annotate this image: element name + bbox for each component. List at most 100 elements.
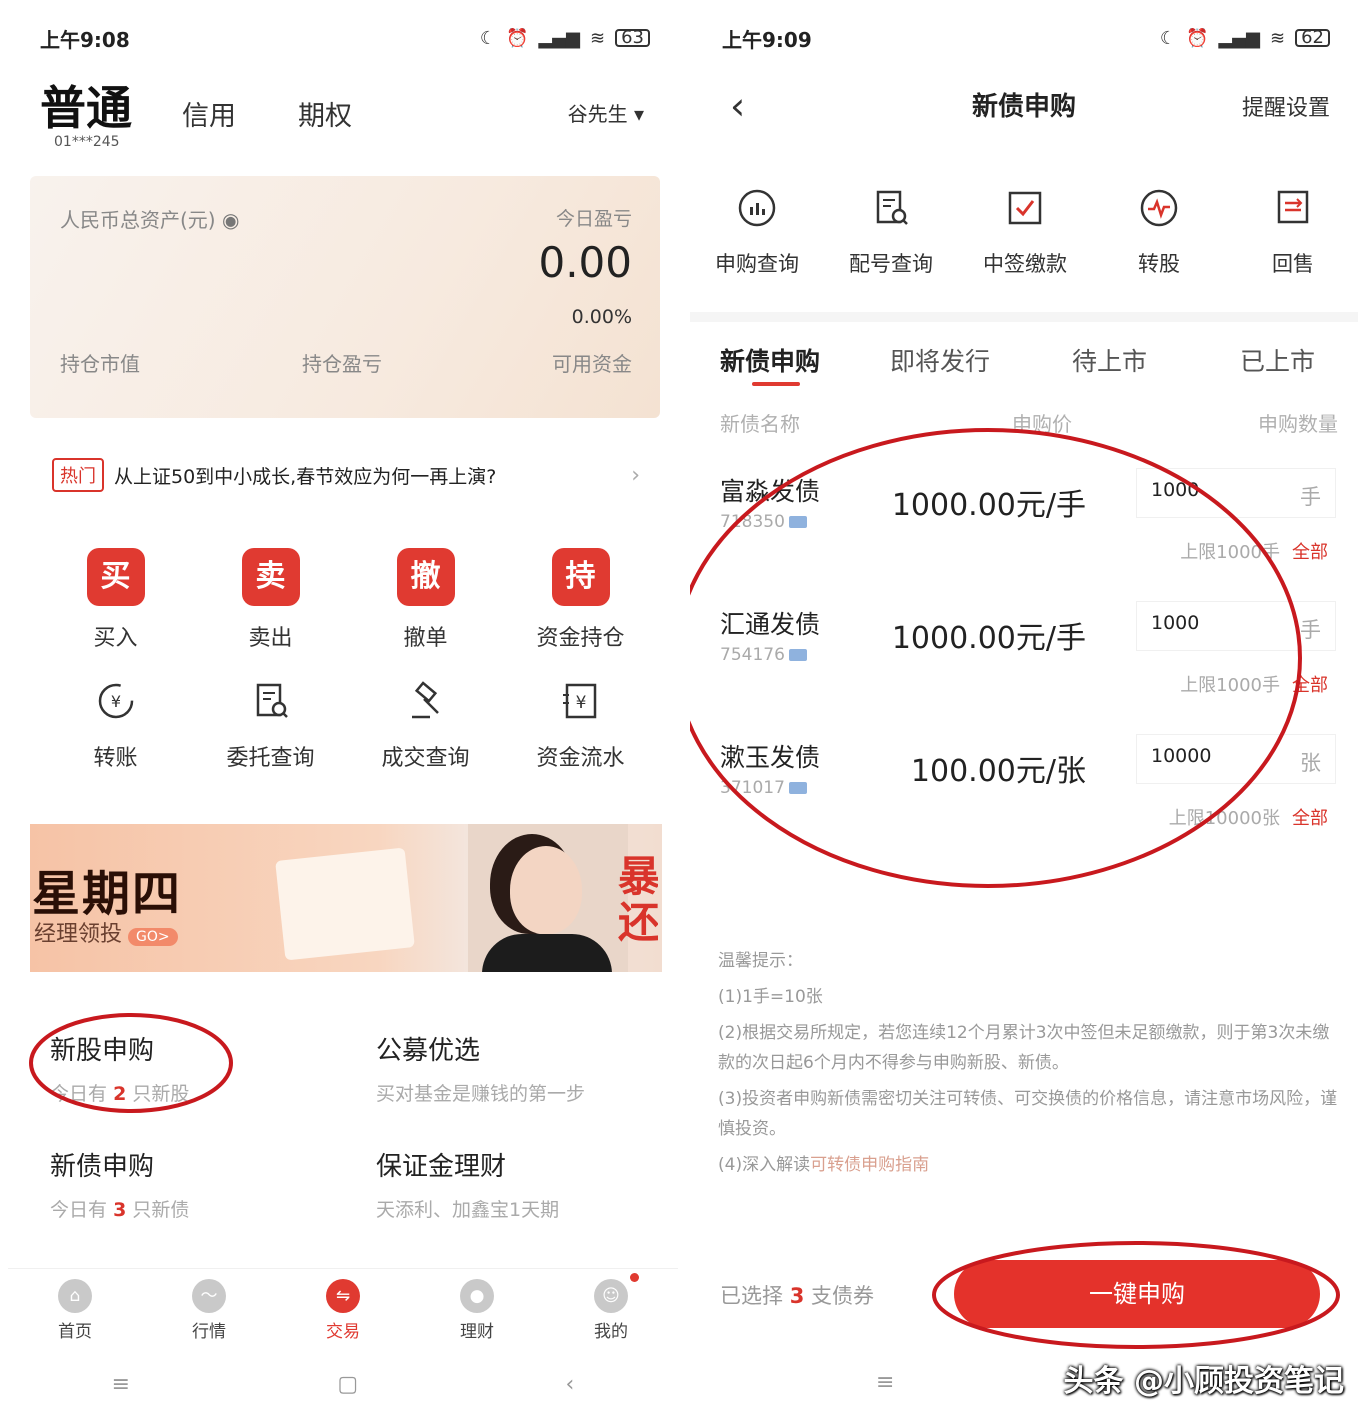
quantity-input[interactable] <box>1151 479 1271 501</box>
banner-go-button[interactable]: GO> <box>128 928 178 946</box>
position-pnl-label: 持仓盈亏 <box>302 352 382 376</box>
bond-code: 754176 <box>720 645 807 665</box>
page-header: ‹ 新债申购 提醒设置 <box>690 80 1358 130</box>
tab-listed[interactable]: 已上市 <box>1240 342 1315 378</box>
tips-title: 温馨提示： <box>718 951 803 971</box>
quantity-input[interactable] <box>1151 612 1271 634</box>
bond-subscribe-card[interactable]: 新债申购 今日有 3 只新债 <box>50 1146 189 1222</box>
market-icon: 〜 <box>192 1279 226 1313</box>
sell-back-button[interactable]: 回售 <box>1226 186 1358 278</box>
quantity-input[interactable] <box>1151 745 1271 767</box>
tab-options[interactable]: 期权 <box>298 94 352 133</box>
bond-name: 富淼发债 <box>720 477 821 506</box>
document-search-icon <box>869 186 913 230</box>
hot-news-bar[interactable]: 热门 从上证50到中小成长,春节效应为何一再上演? › <box>38 446 658 504</box>
order-query-button[interactable]: 委托查询 <box>193 664 348 772</box>
tab-upcoming[interactable]: 即将发行 <box>890 342 990 378</box>
home-icon: ⌂ <box>58 1279 92 1313</box>
news-headline[interactable]: 从上证50到中小成长,春节效应为何一再上演? <box>114 462 631 489</box>
allotment-query-button[interactable]: 配号查询 <box>824 186 958 278</box>
guide-link[interactable]: 可转债申购指南 <box>810 1155 929 1175</box>
svg-text:¥: ¥ <box>575 693 586 713</box>
tab-home[interactable]: ⌂ 首页 <box>25 1279 125 1342</box>
available-funds-label: 可用资金 <box>552 352 632 376</box>
banner-side-text: 暴还 <box>618 854 658 946</box>
system-nav-bar: ≡ ▢ ‹ <box>8 1368 678 1401</box>
back-nav-icon[interactable]: ‹ <box>566 1372 575 1397</box>
tab-wealth[interactable]: ● 理财 <box>427 1279 527 1342</box>
hot-badge: 热门 <box>52 458 104 492</box>
fund-selection-card[interactable]: 公募优选 买对基金是赚钱的第一步 <box>376 1030 585 1106</box>
tab-trade[interactable]: ⇋ 交易 <box>293 1279 393 1342</box>
quantity-field[interactable]: 手 <box>1136 468 1336 518</box>
cancel-order-button[interactable]: 撤 撤单 <box>348 534 503 652</box>
fund-flow-button[interactable]: ¥ 资金流水 <box>503 664 658 772</box>
today-pnl-label: 今日盈亏 <box>555 208 632 230</box>
select-all-link[interactable]: 全部 <box>1292 808 1328 829</box>
tab-new-bond-subscribe[interactable]: 新债申购 <box>720 342 820 378</box>
winning-payment-button[interactable]: 中签缴款 <box>958 186 1092 278</box>
deal-query-button[interactable]: 成交查询 <box>348 664 503 772</box>
battery-icon: 62 <box>1295 29 1330 47</box>
section-divider <box>690 312 1358 322</box>
quantity-field[interactable]: 张 <box>1136 734 1336 784</box>
transfer-icon: ¥ <box>91 676 141 726</box>
ipo-subscribe-card[interactable]: 新股申购 今日有 2 只新股 <box>50 1030 189 1106</box>
reminder-settings-link[interactable]: 提醒设置 <box>1242 90 1330 122</box>
menu-nav-icon[interactable]: ≡ <box>876 1370 894 1395</box>
select-all-link[interactable]: 全部 <box>1292 675 1328 696</box>
tab-mine[interactable]: ☺ 我的 <box>561 1273 661 1342</box>
battery-icon: 63 <box>615 29 650 47</box>
bottom-action-bar: 已选择 3 支债券 一键申购 <box>690 1254 1358 1334</box>
table-row: 漱玉发债 371017 100.00元/张 张 上限10000张全部 <box>690 734 1358 868</box>
tab-credit[interactable]: 信用 <box>182 94 236 133</box>
table-row: 汇通发债 754176 1000.00元/手 手 上限1000手全部 <box>690 601 1358 735</box>
table-row: 富淼发债 718350 1000.00元/手 手 上限1000手全部 <box>690 468 1358 602</box>
tab-normal[interactable]: 普通 <box>40 72 132 138</box>
quick-actions-grid: 买 买入 卖 卖出 撤 撤单 持 资金持仓 ¥ 转账 委托查询 成交查询 ¥ 资… <box>38 534 658 796</box>
col-bond-name: 新债名称 <box>720 412 800 436</box>
buy-button[interactable]: 买 买入 <box>38 534 193 652</box>
convert-shares-button[interactable]: 转股 <box>1092 186 1226 278</box>
calendar-illustration <box>275 847 415 961</box>
bond-limit: 上限10000张 全部 <box>1168 808 1328 829</box>
menu-nav-icon[interactable]: ≡ <box>112 1372 130 1397</box>
home-nav-icon[interactable]: ▢ <box>337 1372 358 1397</box>
bond-price: 1000.00元/手 <box>891 488 1086 523</box>
alarm-icon: ⏰ <box>506 27 529 49</box>
promo-banner[interactable]: 星期四 经理领投 GO> 暴还 <box>30 824 662 972</box>
watermark: 头条 @小顾投资笔记 <box>1063 1364 1344 1399</box>
bond-tabs: 新债申购 即将发行 待上市 已上市 <box>690 336 1358 386</box>
transfer-button[interactable]: ¥ 转账 <box>38 664 193 772</box>
tab-market[interactable]: 〜 行情 <box>159 1279 259 1342</box>
trade-icon: ⇋ <box>326 1279 360 1313</box>
pulse-circle-icon <box>1137 186 1181 230</box>
wifi-icon: ≋ <box>1270 27 1286 49</box>
bond-price: 1000.00元/手 <box>891 621 1086 656</box>
tab-pending-listing[interactable]: 待上市 <box>1072 342 1147 378</box>
margin-finance-card[interactable]: 保证金理财 天添利、加鑫宝1天期 <box>376 1146 559 1222</box>
tip-item: (2)根据交易所规定，若您连续12个月累计3次中签但未足额缴款，则于第3次未缴款… <box>718 1023 1330 1073</box>
presenter-photo <box>468 824 628 972</box>
moon-icon: ☾ <box>479 27 497 49</box>
bond-name: 汇通发债 <box>720 610 821 639</box>
right-phone-screen: 上午9:09 ☾ ⏰ ▂▄▆ ≋ 62 ‹ 新债申购 提醒设置 申购查询 配号查… <box>690 0 1358 1401</box>
fund-flow-icon: ¥ <box>556 676 606 726</box>
market-tag-icon <box>788 516 807 528</box>
bond-name: 漱玉发债 <box>720 743 821 772</box>
sell-button[interactable]: 卖 卖出 <box>193 534 348 652</box>
document-search-icon <box>246 676 296 726</box>
holdings-button[interactable]: 持 资金持仓 <box>503 534 658 652</box>
tips-section: 温馨提示： (1)1手=10张 (2)根据交易所规定，若您连续12个月累计3次中… <box>718 946 1338 1180</box>
quantity-field[interactable]: 手 <box>1136 601 1336 651</box>
sell-icon: 卖 <box>241 548 300 606</box>
subscription-query-button[interactable]: 申购查询 <box>690 186 824 278</box>
one-click-subscribe-button[interactable]: 一键申购 <box>954 1260 1320 1328</box>
signal-icon: ▂▄▆ <box>1218 27 1260 49</box>
select-all-link[interactable]: 全部 <box>1292 542 1328 563</box>
account-id: 01***245 <box>54 134 120 150</box>
eye-icon[interactable]: ◉ <box>222 208 239 232</box>
asset-card: 人民币总资产(元) ◉ 今日盈亏 0.00 0.00% 持仓市值 持仓盈亏 可用… <box>30 176 660 418</box>
market-tag-icon <box>788 649 807 661</box>
user-switcher[interactable]: 谷先生 ▾ <box>568 98 644 127</box>
